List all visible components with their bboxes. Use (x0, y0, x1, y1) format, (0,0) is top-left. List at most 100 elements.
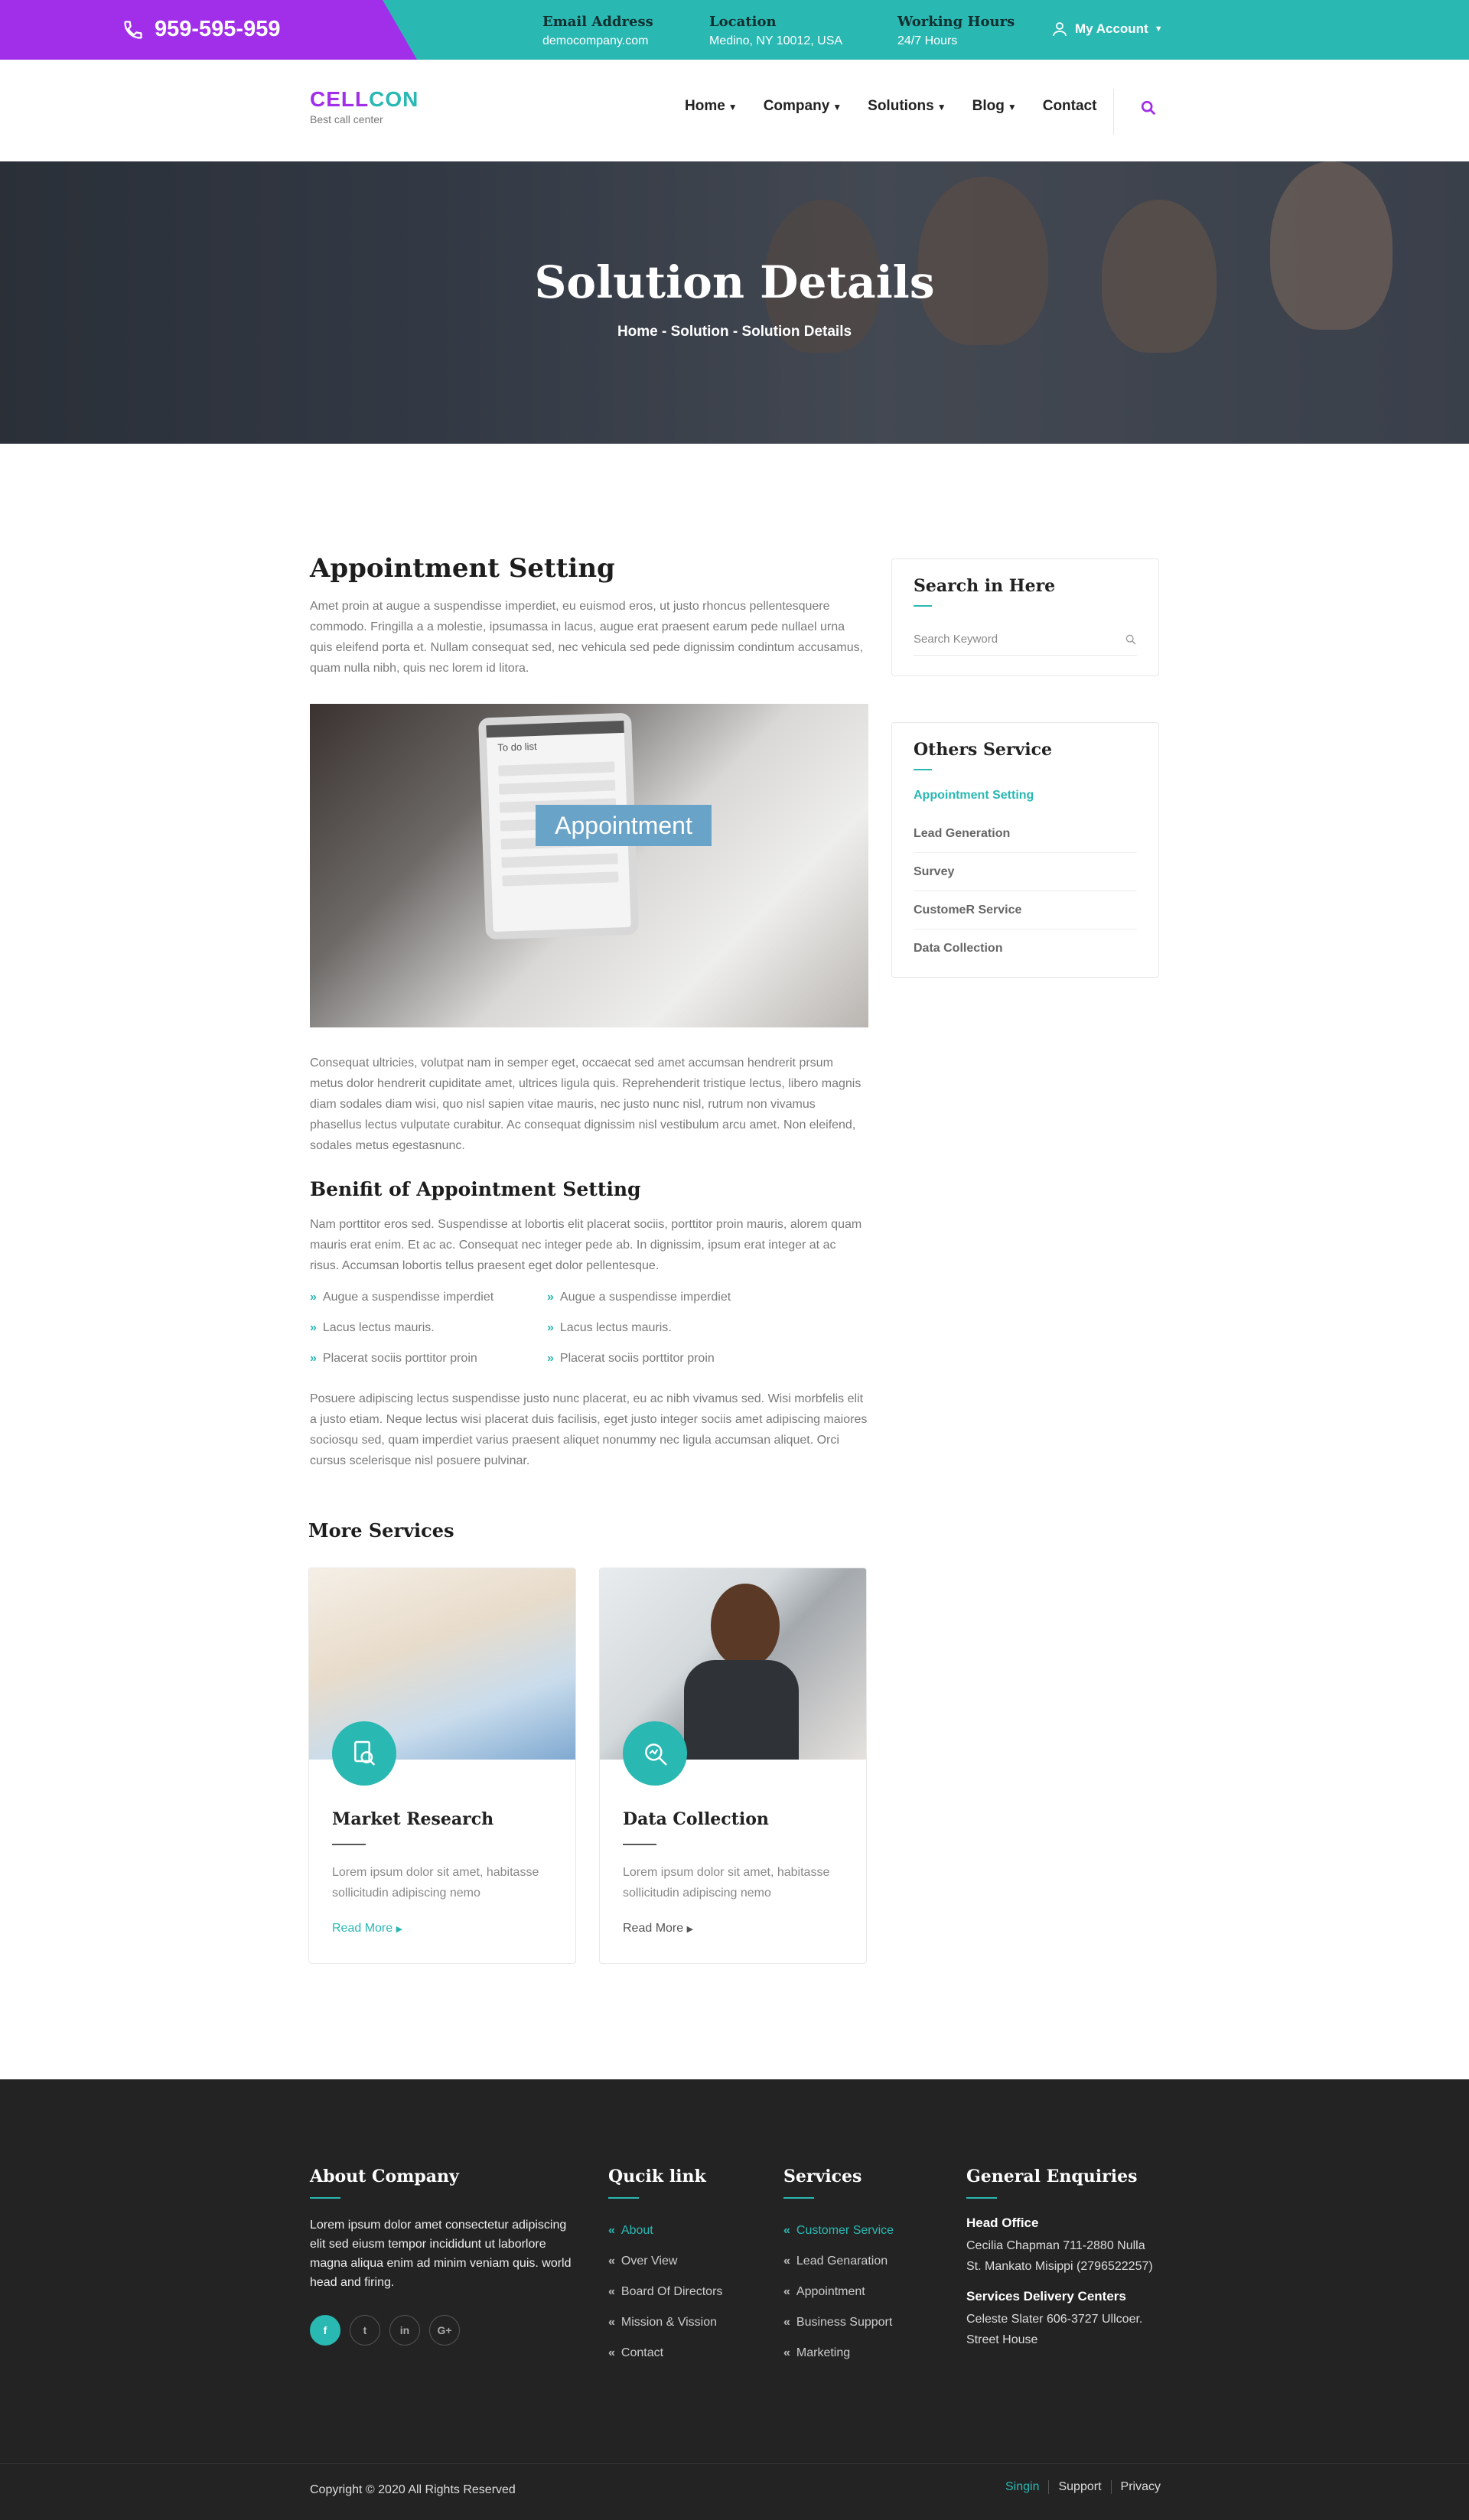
person-shape (684, 1660, 799, 1760)
google-plus-icon[interactable]: G+ (429, 2315, 460, 2346)
footer-link[interactable]: « Lead Genaration (783, 2246, 894, 2277)
email-info: Email Address democompany.com (542, 14, 653, 48)
menu-item-company[interactable]: Company ▼ (764, 98, 842, 115)
read-more-label: Read More (332, 1922, 393, 1935)
main-menu: Home ▼ Company ▼ Solutions ▼ Blog ▼ Contact (685, 98, 1096, 115)
menu-item-home[interactable]: Home ▼ (685, 98, 738, 115)
list-item: » Placerat sociis porttitor proin (310, 1343, 547, 1374)
email-label: Email Address (542, 14, 653, 30)
read-more-link[interactable]: Read More ▶ (332, 1922, 402, 1936)
read-more-label: Read More (623, 1922, 684, 1935)
appointment-image: To do list Appointment (310, 704, 868, 1027)
logo-tagline: Best call center (310, 113, 383, 125)
location-info: Location Medino, NY 10012, USA (709, 14, 842, 48)
footer-heading-underline (608, 2197, 639, 2199)
facebook-icon[interactable]: f (310, 2315, 340, 2346)
footer-heading-underline (310, 2197, 340, 2199)
footer-link[interactable]: « Contact (608, 2338, 722, 2369)
footer-bottom-links: Singin Support Privacy (1005, 2480, 1161, 2494)
person-shape (711, 1584, 780, 1668)
delivery-centers-address-1: Celeste Slater 606-3727 Ullcoer. (966, 2313, 1143, 2326)
footer-link-support[interactable]: Support (1049, 2480, 1112, 2494)
footer-link[interactable]: « Over View (608, 2246, 722, 2277)
email-value[interactable]: democompany.com (542, 34, 653, 48)
card-text: Lorem ipsum dolor sit amet, habitasse so… (623, 1866, 830, 1900)
read-more-link[interactable]: Read More ▶ (623, 1922, 693, 1936)
phone-panel: 959-595-959 (0, 0, 417, 60)
double-chevron-icon: » (547, 1291, 554, 1304)
menu-item-label: Solutions (868, 98, 934, 114)
others-service-widget: Others Service Appointment Setting Lead … (891, 722, 1159, 978)
footer-link[interactable]: « About (608, 2216, 722, 2246)
tablet-row (501, 853, 618, 868)
twitter-icon[interactable]: t (350, 2315, 380, 2346)
logo[interactable]: CELLCON Best call center (310, 87, 419, 125)
hours-label: Working Hours (897, 14, 1015, 30)
user-icon (1053, 22, 1067, 37)
footer-heading: About Company (310, 2167, 459, 2186)
footer-link-label: About (620, 2224, 653, 2237)
appointment-overlay-label: Appointment (536, 805, 712, 846)
linkedin-icon[interactable]: in (389, 2315, 420, 2346)
footer-heading-underline (783, 2197, 814, 2199)
footer-link[interactable]: « Marketing (783, 2338, 894, 2369)
footer-enquiries: General Enquiries Head Office Cecilia Ch… (966, 2167, 1173, 2350)
section-title: Appointment Setting (310, 553, 615, 584)
double-chevron-icon: » (310, 1321, 317, 1334)
footer-link[interactable]: « Board Of Directors (608, 2277, 722, 2307)
logo-part-2: CON (369, 87, 419, 111)
footer-link-label: Customer Service (796, 2224, 894, 2237)
service-card[interactable]: Data Collection Lorem ipsum dolor sit am… (599, 1568, 867, 1964)
list-item-text: Lacus lectus mauris. (559, 1321, 672, 1334)
list-item: » Placerat sociis porttitor proin (547, 1343, 784, 1374)
footer-link-privacy[interactable]: Privacy (1112, 2480, 1161, 2494)
sidebar-item-survey[interactable]: Survey (914, 853, 1137, 891)
menu-item-contact[interactable]: Contact (1043, 98, 1097, 115)
sidebar-item-customer-service[interactable]: CustomeR Service (914, 891, 1137, 930)
sidebar-item-lead-generation[interactable]: Lead Generation (914, 815, 1137, 853)
menu-item-label: Home (685, 98, 725, 114)
list-item: » Augue a suspendisse imperdiet (547, 1282, 784, 1313)
caret-down-icon: ▼ (728, 102, 738, 112)
double-chevron-left-icon: « (783, 2285, 790, 2298)
head-office-address-1: Cecilia Chapman 711-2880 Nulla (966, 2239, 1145, 2252)
location-label: Location (709, 14, 777, 30)
footer-link-label: Board Of Directors (620, 2285, 723, 2298)
menu-item-solutions[interactable]: Solutions ▼ (868, 98, 946, 115)
footer-link-label: Business Support (796, 2316, 893, 2329)
service-card[interactable]: Market Research Lorem ipsum dolor sit am… (308, 1568, 576, 1964)
footer-link-label: Contact (620, 2346, 664, 2359)
sidebar-item-data-collection[interactable]: Data Collection (914, 930, 1137, 968)
caret-right-icon: ▶ (686, 1925, 694, 1934)
search-icon[interactable] (1125, 633, 1137, 646)
breadcrumb[interactable]: Home - Solution - Solution Details (0, 324, 1469, 340)
footer-link[interactable]: « Appointment (783, 2277, 894, 2307)
phone-link[interactable]: 959-595-959 (122, 17, 280, 42)
main-navbar: CELLCON Best call center Home ▼ Company ▼ … (0, 60, 1469, 161)
card-title: Market Research (332, 1809, 494, 1829)
double-chevron-left-icon: « (608, 2255, 615, 2268)
footer-link-label: Over View (620, 2255, 678, 2268)
footer-link-label: Mission & Vission (620, 2316, 717, 2329)
delivery-centers-address-2: Street House (966, 2333, 1038, 2346)
search-input[interactable]: Search Keyword (914, 623, 1137, 656)
menu-item-blog[interactable]: Blog ▼ (972, 98, 1017, 115)
double-chevron-icon: » (547, 1321, 554, 1334)
menu-item-label: Company (763, 98, 830, 114)
chevron-down-icon: ▼ (1154, 24, 1163, 34)
menu-item-label: Contact (1042, 98, 1097, 114)
footer-link-signin[interactable]: Singin (1005, 2480, 1050, 2494)
footer-link[interactable]: « Customer Service (783, 2216, 894, 2246)
list-item-text: Placerat sociis porttitor proin (322, 1352, 477, 1365)
footer-heading: Services (783, 2167, 862, 2186)
copyright: Copyright © 2020 All Rights Reserved (310, 2483, 516, 2496)
search-icon[interactable] (1140, 99, 1157, 120)
card-text: Lorem ipsum dolor sit amet, habitasse so… (332, 1866, 539, 1900)
my-account-button[interactable]: My Account ▼ (1050, 20, 1163, 38)
sidebar-item-appointment-setting[interactable]: Appointment Setting (914, 777, 1137, 815)
double-chevron-icon: » (310, 1352, 317, 1365)
footer-link[interactable]: « Business Support (783, 2307, 894, 2338)
footer-link[interactable]: « Mission & Vission (608, 2307, 722, 2338)
closing-paragraph: Posuere adipiscing lectus suspendisse ju… (310, 1392, 868, 1467)
footer-divider (0, 2463, 1469, 2464)
